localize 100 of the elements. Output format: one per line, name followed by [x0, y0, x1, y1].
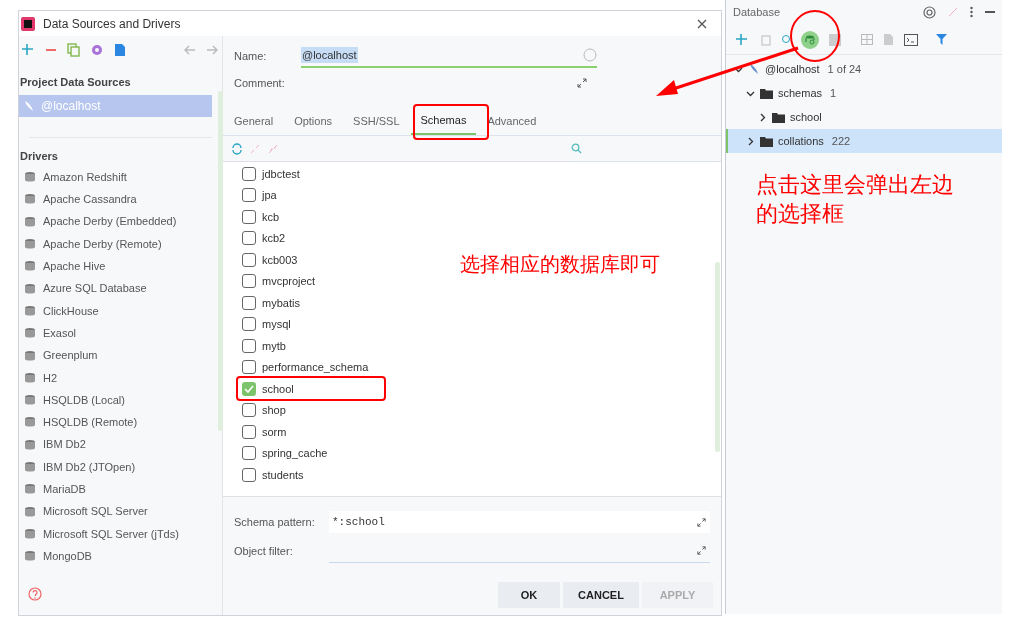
tab[interactable]: Advanced — [477, 108, 547, 135]
panel-title: Database — [733, 4, 782, 20]
database-icon — [24, 505, 36, 518]
annotation-circle — [788, 9, 842, 63]
scrollbar[interactable] — [218, 91, 223, 431]
driver-item[interactable]: Microsoft SQL Server (jTds) — [19, 522, 222, 546]
folder-icon — [760, 87, 773, 99]
driver-item[interactable]: MongoDB — [19, 545, 222, 568]
database-icon — [24, 416, 36, 429]
checkbox[interactable] — [242, 252, 256, 267]
driver-item[interactable]: Apache Hive — [19, 255, 222, 278]
name-field[interactable]: @localhost — [301, 44, 597, 68]
close-icon[interactable] — [697, 18, 707, 29]
checkbox[interactable] — [242, 209, 256, 224]
database-icon — [24, 550, 36, 563]
driver-item[interactable]: HSQLDB (Local) — [19, 388, 222, 412]
tree-item[interactable]: schemas 1 — [726, 81, 1002, 105]
schema-label: jdbctest — [262, 166, 300, 182]
checkbox[interactable] — [242, 424, 256, 439]
document-icon[interactable] — [114, 43, 126, 57]
annotation-text: 点击这里会弹出左边的选择框 — [756, 171, 955, 228]
field-label: Object filter: — [234, 543, 294, 559]
schema-label: school — [262, 381, 294, 397]
checkbox[interactable] — [242, 338, 256, 353]
expand-icon[interactable] — [576, 77, 588, 89]
driver-item[interactable]: Amazon Redshift — [19, 166, 222, 189]
checkbox[interactable] — [242, 446, 256, 461]
checkbox[interactable] — [242, 360, 256, 375]
circle-icon — [583, 48, 597, 62]
settings-icon[interactable] — [90, 43, 104, 57]
driver-item[interactable]: IBM Db2 (JTOpen) — [19, 455, 222, 479]
checkbox[interactable] — [242, 188, 256, 203]
schema-label: students — [262, 467, 304, 483]
folder-icon — [772, 111, 785, 123]
database-icon — [24, 171, 36, 184]
tree-item[interactable]: @localhost 1 of 24 — [726, 57, 1002, 81]
database-icon — [24, 438, 36, 451]
database-icon — [24, 282, 36, 295]
checkbox[interactable] — [242, 317, 256, 332]
driver-item[interactable]: Microsoft SQL Server — [19, 500, 222, 523]
tree-item[interactable]: collations 222 — [726, 129, 1002, 153]
tab[interactable]: General — [224, 108, 284, 135]
checkbox[interactable] — [242, 381, 256, 396]
database-icon — [24, 215, 36, 228]
schema-label: mysql — [262, 317, 291, 332]
filter-icon[interactable] — [936, 34, 947, 45]
checkbox[interactable] — [242, 295, 256, 310]
refresh-icon[interactable] — [231, 142, 243, 155]
annotation-text: 选择相应的数据库即可 — [460, 252, 660, 277]
database-icon — [24, 260, 36, 273]
driver-item[interactable]: H2 — [19, 366, 222, 389]
driver-item[interactable]: IBM Db2 — [19, 433, 222, 456]
schema-search-icon[interactable] — [801, 30, 819, 49]
driver-item[interactable]: MariaDB — [19, 478, 222, 501]
database-icon — [24, 327, 36, 340]
tab[interactable]: SSH/SSL — [343, 108, 410, 135]
expand-icon[interactable] — [696, 545, 707, 556]
schema-label: mytb — [262, 338, 286, 354]
driver-item[interactable]: Apache Derby (Embedded) — [19, 210, 222, 233]
driver-item[interactable]: ClickHouse — [19, 299, 222, 323]
schema-label: performance_schema — [262, 360, 369, 375]
database-icon — [24, 304, 36, 317]
app-logo-icon — [21, 16, 35, 31]
chevron-icon[interactable] — [746, 136, 755, 146]
checkbox[interactable] — [242, 274, 256, 289]
checkbox[interactable] — [242, 403, 256, 418]
schema-label: spring_cache — [262, 446, 328, 461]
tab[interactable]: Schemas — [410, 108, 477, 135]
checkbox[interactable] — [242, 166, 256, 181]
scrollbar[interactable] — [715, 262, 720, 452]
help-icon[interactable] — [28, 587, 42, 601]
database-icon — [24, 349, 36, 362]
driver-item[interactable]: HSQLDB (Remote) — [19, 411, 222, 434]
schema-label: sorm — [262, 424, 287, 440]
tree-item[interactable]: school — [726, 105, 1002, 129]
database-icon — [24, 193, 36, 206]
console-icon[interactable] — [904, 33, 918, 46]
more-icon[interactable] — [970, 6, 973, 18]
tab[interactable]: Options — [284, 108, 343, 135]
schema-pattern-field[interactable]: *:school — [329, 511, 710, 533]
schema-label: kcb2 — [262, 231, 286, 246]
driver-item[interactable]: Apache Cassandra — [19, 188, 222, 211]
target-icon[interactable] — [923, 5, 936, 19]
schema-label: mvcproject — [262, 274, 316, 289]
dialog-button[interactable]: CANCEL — [563, 582, 639, 608]
dialog-button[interactable]: OK — [498, 582, 560, 608]
checkbox[interactable] — [242, 231, 256, 246]
chevron-icon[interactable] — [758, 112, 767, 122]
schema-label: shop — [262, 403, 286, 418]
driver-item[interactable]: Exasol — [19, 322, 222, 345]
schema-label: jpa — [262, 188, 277, 203]
database-icon — [24, 394, 36, 407]
driver-item[interactable]: Apache Derby (Remote) — [19, 232, 222, 256]
minimize-icon[interactable] — [985, 10, 995, 14]
driver-item[interactable]: Greenplum — [19, 344, 222, 367]
folder-icon — [760, 135, 773, 147]
expand-icon[interactable] — [696, 516, 707, 528]
driver-item[interactable]: Azure SQL Database — [19, 277, 222, 300]
checkbox[interactable] — [242, 467, 256, 482]
database-icon — [24, 527, 36, 540]
